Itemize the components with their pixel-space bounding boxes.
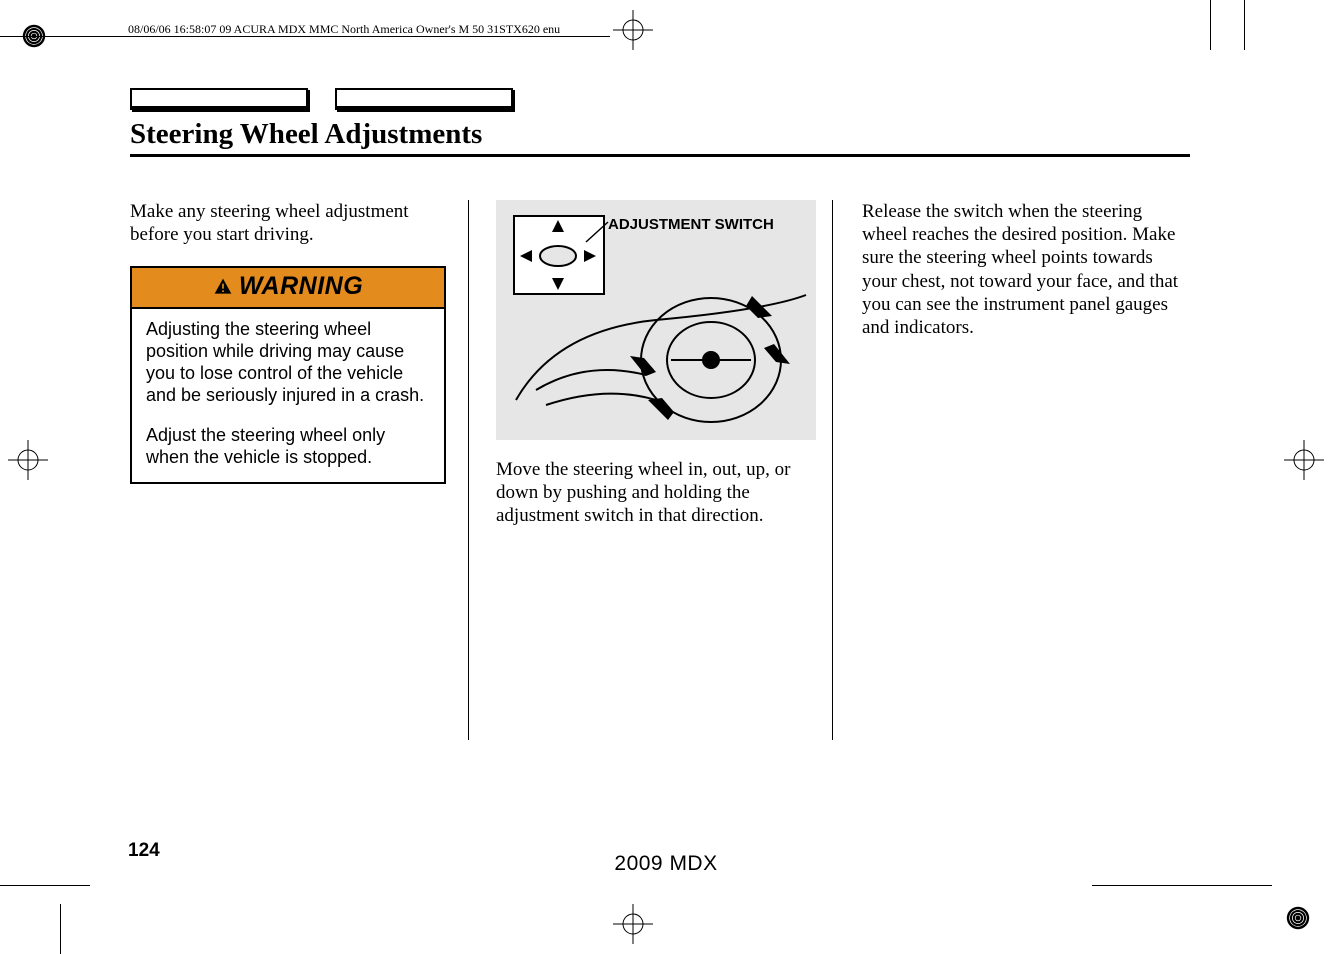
crop-mark [1092,885,1272,886]
adjustment-switch-diagram: ADJUSTMENT SWITCH [496,200,816,440]
crop-mark [0,885,90,886]
crop-mark [1244,0,1245,50]
crop-mark [60,904,61,954]
column-3-text: Release the switch when the steering whe… [862,200,1190,339]
warning-paragraph: Adjust the steering wheel only when the … [146,425,430,469]
warning-header: WARNING [132,268,444,308]
tab-box [335,88,513,110]
page-title: Steering Wheel Adjustments [130,118,482,151]
title-rule [130,154,1190,157]
column-2: ADJUSTMENT SWITCH Move the steering whee… [496,200,824,528]
tab-box [130,88,308,110]
crop-mark [1210,0,1211,50]
content-columns: Make any steering wheel adjustment befor… [130,200,1190,528]
crosshair-icon [8,440,48,480]
registration-mark-icon [1284,904,1312,932]
column-1: Make any steering wheel adjustment befor… [130,200,458,528]
warning-body: Adjusting the steering wheel position wh… [132,309,444,483]
crosshair-icon [613,10,653,50]
warning-triangle-icon [213,277,233,297]
header-meta-text: 08/06/06 16:58:07 09 ACURA MDX MMC North… [128,22,560,37]
model-year: 2009 MDX [0,852,1332,876]
warning-paragraph: Adjusting the steering wheel position wh… [146,319,430,407]
diagram-label: ADJUSTMENT SWITCH [608,216,774,234]
column-2-text: Move the steering wheel in, out, up, or … [496,458,824,528]
warning-label: WARNING [239,271,363,302]
column-3: Release the switch when the steering whe… [862,200,1190,528]
intro-text: Make any steering wheel adjustment befor… [130,200,458,246]
crosshair-icon [1284,440,1324,480]
crosshair-icon [613,904,653,944]
warning-box: WARNING Adjusting the steering wheel pos… [130,266,446,484]
